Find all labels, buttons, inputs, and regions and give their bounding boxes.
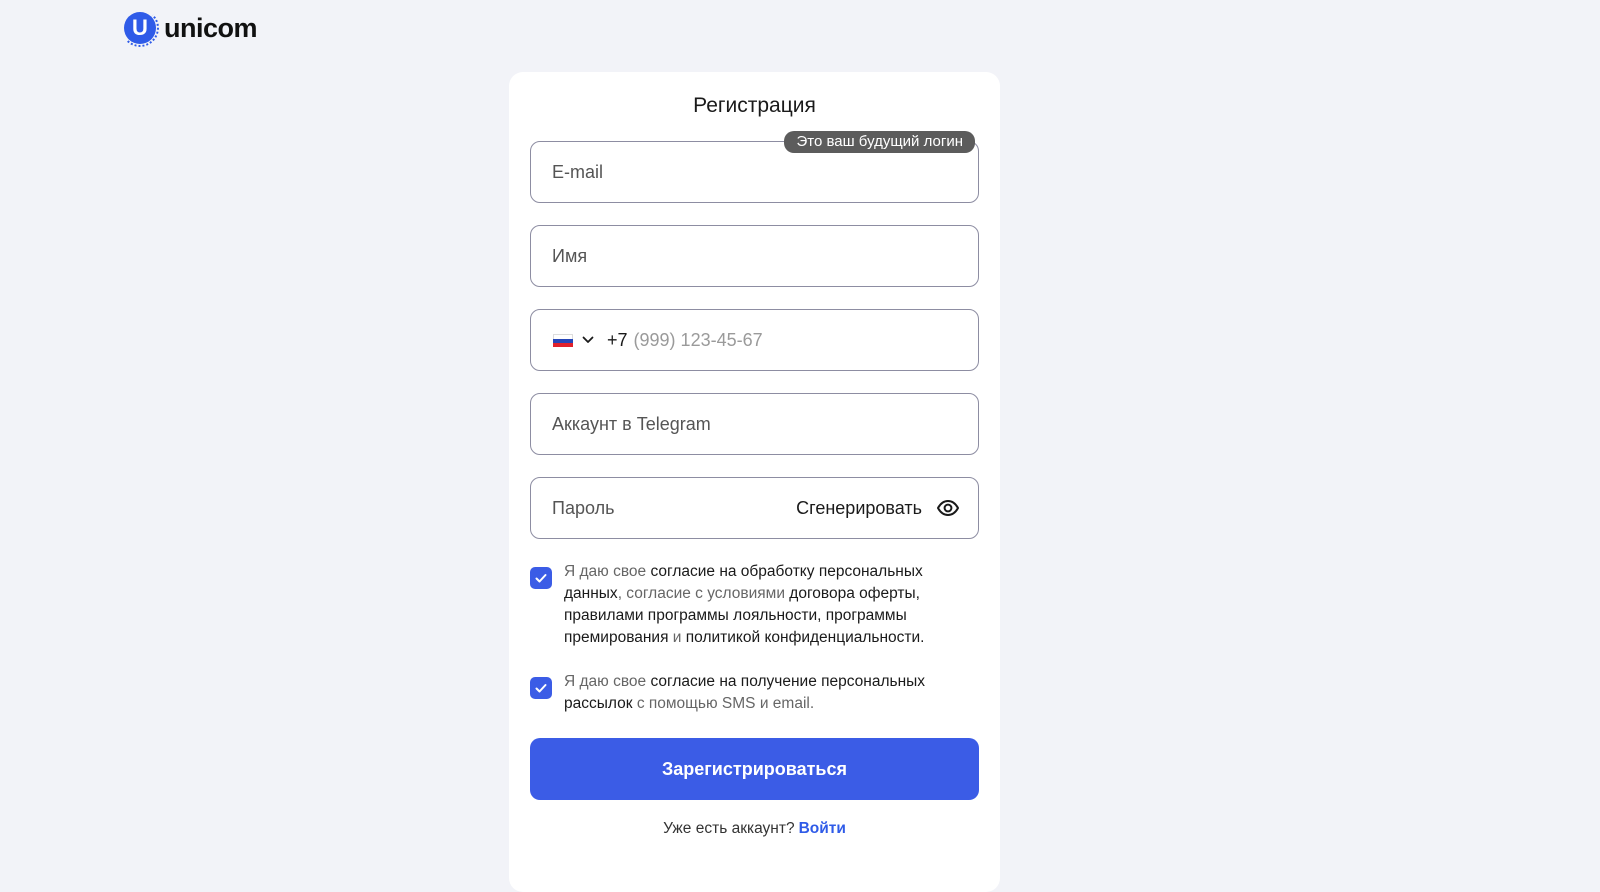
- password-field[interactable]: [531, 478, 797, 538]
- consent-mailings-text: Я даю свое согласие на получение персона…: [564, 671, 954, 715]
- generate-password-button[interactable]: Сгенерировать: [796, 498, 922, 519]
- email-field-wrapper: Это ваш будущий логин: [530, 131, 979, 203]
- page-title: Регистрация: [693, 94, 816, 117]
- consent-text-part: Я даю свое: [564, 673, 651, 690]
- telegram-field[interactable]: [531, 394, 978, 454]
- consent-text-part: , согласие с условиями: [617, 585, 790, 602]
- consent-personal-data-text: Я даю свое согласие на обработку персона…: [564, 561, 954, 649]
- register-button[interactable]: Зарегистрироваться: [530, 738, 979, 800]
- registration-card: Регистрация Это ваш будущий логин +7 Сге…: [509, 72, 1000, 892]
- logo-text: unicom: [164, 12, 258, 43]
- unicom-logo-icon: U: [121, 9, 159, 47]
- phone-field[interactable]: [627, 310, 978, 370]
- consent-text-part: с помощью SMS и email.: [632, 695, 815, 712]
- login-prompt-text: Уже есть аккаунт?: [663, 820, 795, 837]
- consent-mailings-checkbox[interactable]: [530, 677, 552, 699]
- consent-text-part: Я даю свое: [564, 563, 651, 580]
- consent-text-part: и: [668, 629, 686, 646]
- eye-icon[interactable]: [936, 496, 960, 520]
- logo[interactable]: U unicom: [121, 9, 258, 47]
- russia-flag-icon[interactable]: [553, 333, 573, 347]
- login-link[interactable]: Войти: [799, 820, 846, 837]
- login-prompt-row: Уже есть аккаунт? Войти: [509, 820, 1000, 838]
- checkmark-icon: [535, 684, 547, 693]
- phone-field-wrapper: +7: [530, 309, 979, 371]
- name-field-wrapper: [530, 225, 979, 287]
- checkmark-icon: [535, 574, 547, 583]
- login-hint-badge: Это ваш будущий логин: [784, 131, 975, 153]
- name-field[interactable]: [531, 226, 978, 286]
- privacy-policy-link[interactable]: политикой конфиденциальности.: [686, 629, 925, 646]
- phone-country-code: +7: [607, 329, 628, 350]
- consent-mailings: Я даю свое согласие на получение персона…: [530, 671, 979, 715]
- consent-personal-data: Я даю свое согласие на обработку персона…: [530, 561, 979, 649]
- consent-personal-data-checkbox[interactable]: [530, 567, 552, 589]
- chevron-down-icon[interactable]: [581, 333, 595, 347]
- password-field-wrapper: Сгенерировать: [530, 477, 979, 539]
- telegram-field-wrapper: [530, 393, 979, 455]
